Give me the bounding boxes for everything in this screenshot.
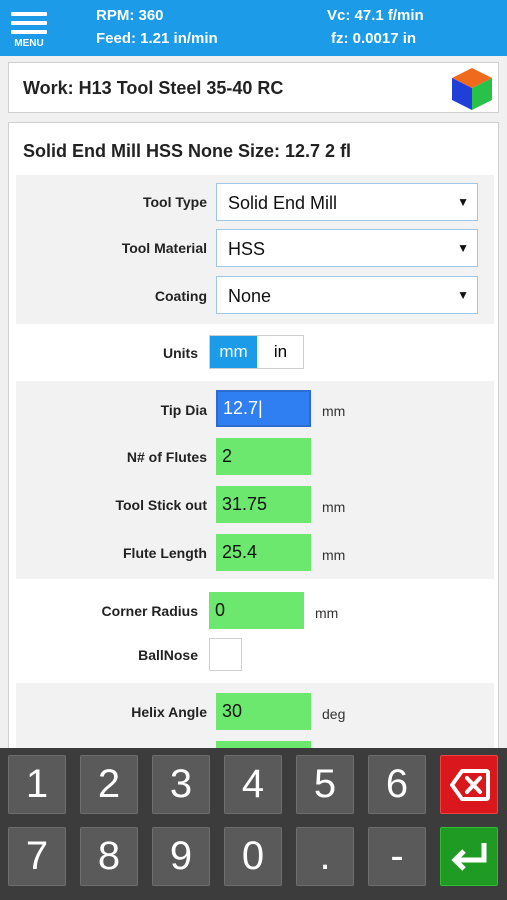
coating-value: None: [228, 286, 272, 306]
corner-radius-value: 0: [215, 600, 226, 620]
tool-material-value: HSS: [228, 239, 266, 259]
stick-out-value: 31.75: [222, 494, 268, 514]
tip-dia-value: 12.7|: [223, 398, 263, 418]
ballnose-label: BallNose: [138, 647, 198, 663]
tool-type-select[interactable]: Solid End Mill ▼: [216, 183, 478, 221]
stick-out-label: Tool Stick out: [115, 497, 207, 513]
flutes-label: N# of Flutes: [126, 449, 207, 465]
flute-length-field[interactable]: 25.4: [216, 534, 311, 571]
flute-length-value: 25.4: [222, 542, 258, 562]
tool-selection-group: Tool Type Solid End Mill ▼ Tool Material…: [16, 175, 494, 324]
key-8[interactable]: 8: [80, 827, 138, 886]
key-5[interactable]: 5: [296, 755, 354, 814]
key-4[interactable]: 4: [224, 755, 282, 814]
key-2[interactable]: 2: [80, 755, 138, 814]
stick-out-unit: mm: [322, 499, 346, 515]
menu-icon-bar: [11, 30, 47, 34]
tip-dia-label: Tip Dia: [160, 402, 207, 418]
tool-material-label: Tool Material: [121, 240, 207, 256]
tool-title: Solid End Mill HSS None Size: 12.7 2 fl: [23, 141, 352, 161]
units-toggle: mm in: [209, 335, 304, 369]
tip-dia-unit: mm: [322, 403, 346, 419]
coating-select[interactable]: None ▼: [216, 276, 478, 314]
key-7[interactable]: 7: [8, 827, 66, 886]
backspace-button[interactable]: [440, 755, 498, 814]
helix-angle-value: 30: [222, 701, 243, 721]
material-cube-icon[interactable]: [450, 66, 494, 112]
ballnose-checkbox[interactable]: [209, 638, 242, 671]
tool-type-value: Solid End Mill: [228, 193, 338, 213]
rpm-readout: RPM: 360: [96, 7, 164, 24]
work-material-card[interactable]: Work: H13 Tool Steel 35-40 RC: [8, 62, 499, 113]
feed-readout: Feed: 1.21 in/min: [96, 30, 218, 47]
menu-button[interactable]: MENU: [6, 8, 52, 52]
work-material-title: Work: H13 Tool Steel 35-40 RC: [23, 78, 284, 98]
tool-type-label: Tool Type: [142, 194, 207, 210]
backspace-icon: [450, 769, 490, 801]
units-label: Units: [163, 345, 198, 361]
fz-readout: fz: 0.0017 in: [331, 30, 417, 47]
dropdown-arrow-icon: ▼: [457, 195, 469, 209]
dimensions-group: Tip Dia 12.7| mm N# of Flutes 2 Tool Sti…: [16, 381, 494, 579]
helix-angle-field[interactable]: 30: [216, 693, 311, 730]
helix-angle-unit: deg: [322, 706, 346, 722]
vc-readout: Vc: 47.1 f/min: [327, 7, 424, 24]
coating-label: Coating: [154, 288, 207, 304]
key-9[interactable]: 9: [152, 827, 210, 886]
key-0[interactable]: 0: [224, 827, 282, 886]
flute-length-unit: mm: [322, 547, 346, 563]
flutes-field[interactable]: 2: [216, 438, 311, 475]
key-decimal[interactable]: .: [296, 827, 354, 886]
corner-radius-field[interactable]: 0: [209, 592, 304, 629]
units-mm-option[interactable]: mm: [210, 336, 257, 368]
dropdown-arrow-icon: ▼: [457, 288, 469, 302]
key-3[interactable]: 3: [152, 755, 210, 814]
menu-label: MENU: [14, 38, 44, 49]
enter-button[interactable]: [440, 827, 498, 886]
tool-material-select[interactable]: HSS ▼: [216, 229, 478, 267]
dropdown-arrow-icon: ▼: [457, 241, 469, 255]
enter-icon: [451, 843, 487, 871]
key-minus[interactable]: -: [368, 827, 426, 886]
flute-length-label: Flute Length: [123, 545, 207, 561]
units-in-option[interactable]: in: [257, 336, 304, 368]
top-bar: MENU RPM: 360 Feed: 1.21 in/min Vc: 47.1…: [0, 0, 507, 56]
helix-angle-label: Helix Angle: [131, 704, 207, 720]
tool-card: Solid End Mill HSS None Size: 12.7 2 fl …: [8, 122, 499, 762]
menu-icon: [11, 12, 47, 16]
key-1[interactable]: 1: [8, 755, 66, 814]
key-6[interactable]: 6: [368, 755, 426, 814]
corner-radius-unit: mm: [315, 605, 339, 621]
tip-dia-field[interactable]: 12.7|: [216, 390, 311, 427]
flutes-value: 2: [222, 446, 233, 466]
stick-out-field[interactable]: 31.75: [216, 486, 311, 523]
corner-radius-label: Corner Radius: [101, 603, 198, 619]
menu-icon-bar: [11, 21, 47, 25]
numeric-keypad: 1 2 3 4 5 6 7 8 9 0 . -: [0, 748, 507, 900]
